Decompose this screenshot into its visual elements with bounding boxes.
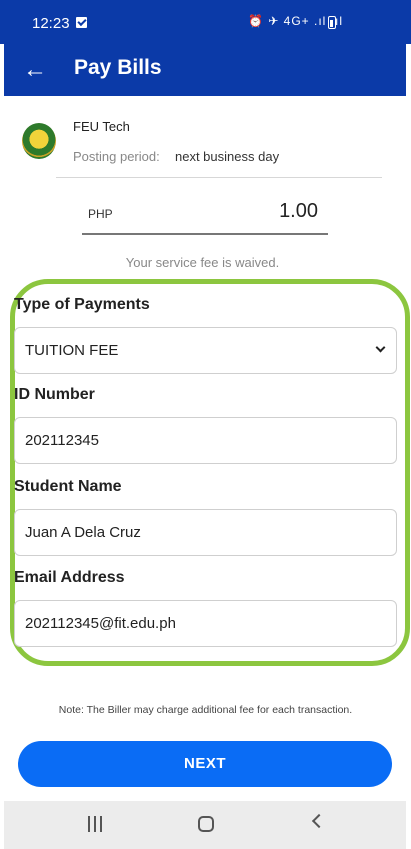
id-number-field[interactable]: 202112345 — [14, 417, 397, 464]
next-button[interactable]: NEXT — [18, 741, 392, 787]
id-number-value: 202112345 — [25, 432, 99, 449]
page-title: Pay Bills — [74, 56, 162, 79]
status-time: 12:23 — [32, 15, 70, 32]
currency-label: PHP — [88, 207, 113, 221]
email-address-field[interactable]: 202112345@fit.edu.ph — [14, 600, 397, 647]
service-fee-note: Your service fee is waived. — [125, 255, 280, 270]
biller-name: FEU Tech — [73, 119, 130, 134]
type-of-payments-label: Type of Payments — [14, 296, 150, 313]
amount-underline — [82, 233, 328, 235]
posting-period-value: next business day — [175, 149, 280, 164]
email-address-value: 202112345@fit.edu.ph — [25, 615, 176, 632]
id-number-label: ID Number — [14, 386, 95, 403]
email-address-label: Email Address — [14, 569, 125, 586]
home-icon[interactable] — [198, 816, 214, 832]
amount-input[interactable]: 1.00 — [240, 200, 318, 223]
divider — [56, 177, 382, 178]
battery-icon — [328, 16, 336, 29]
message-notification-icon — [76, 17, 87, 28]
biller-logo — [22, 123, 56, 159]
student-name-label: Student Name — [14, 478, 122, 495]
type-of-payments-select[interactable]: TUITION FEE — [14, 327, 397, 374]
student-name-value: Juan A Dela Cruz — [25, 524, 141, 541]
recents-icon[interactable] — [87, 816, 103, 832]
system-nav-bar — [4, 801, 406, 849]
nav-back-icon[interactable] — [311, 813, 327, 829]
biller-fee-note: Note: The Biller may charge additional f… — [58, 704, 353, 716]
student-name-field[interactable]: Juan A Dela Cruz — [14, 509, 397, 556]
type-of-payments-value: TUITION FEE — [25, 342, 119, 359]
chevron-down-icon — [375, 342, 386, 353]
app-bar: ← Pay Bills — [4, 44, 406, 96]
status-bar: 12:23 ⏰ ✈ 4G+ .ıl .ıl — [0, 0, 411, 44]
posting-period-label: Posting period: — [73, 149, 160, 164]
back-arrow-icon[interactable]: ← — [22, 57, 48, 83]
